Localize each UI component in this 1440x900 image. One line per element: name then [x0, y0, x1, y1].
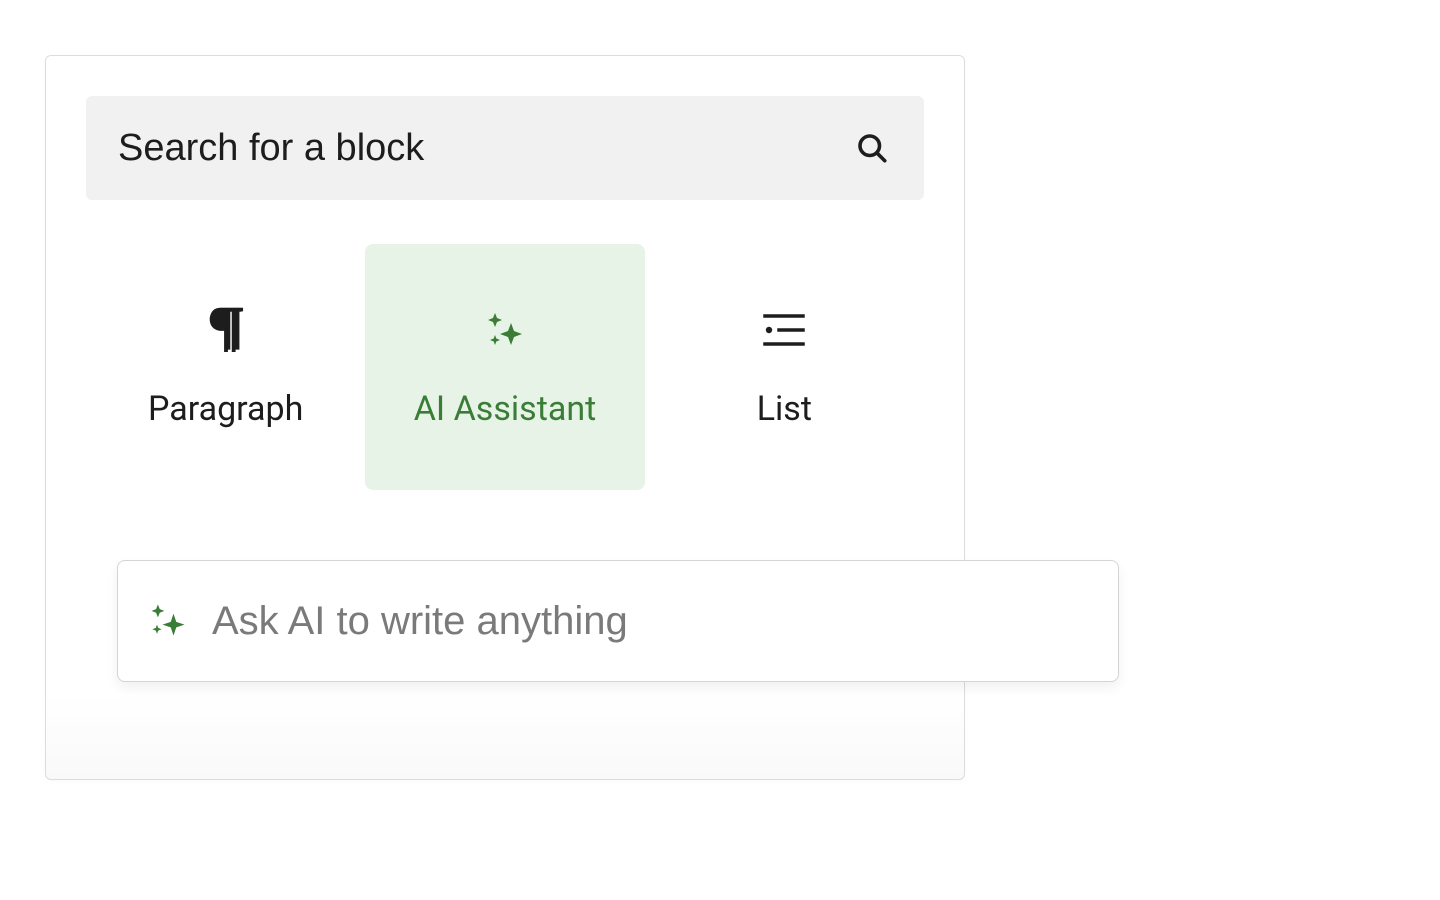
block-label: List [757, 389, 812, 429]
ai-prompt-input[interactable] [212, 599, 1090, 644]
block-tile-paragraph[interactable]: Paragraph [86, 244, 365, 490]
block-tile-ai-assistant[interactable]: AI Assistant [365, 244, 644, 490]
sparkles-icon [481, 305, 529, 353]
block-grid: Paragraph AI Assistant Li [86, 244, 924, 490]
search-icon [852, 128, 892, 168]
block-tile-list[interactable]: List [645, 244, 924, 490]
paragraph-icon [202, 305, 250, 353]
block-label: AI Assistant [414, 389, 596, 429]
search-input[interactable] [118, 127, 852, 170]
list-icon [760, 305, 808, 353]
block-label: Paragraph [148, 389, 303, 429]
sparkles-icon [146, 599, 190, 643]
search-bar[interactable] [86, 96, 924, 200]
ai-prompt-bar[interactable] [117, 560, 1119, 682]
